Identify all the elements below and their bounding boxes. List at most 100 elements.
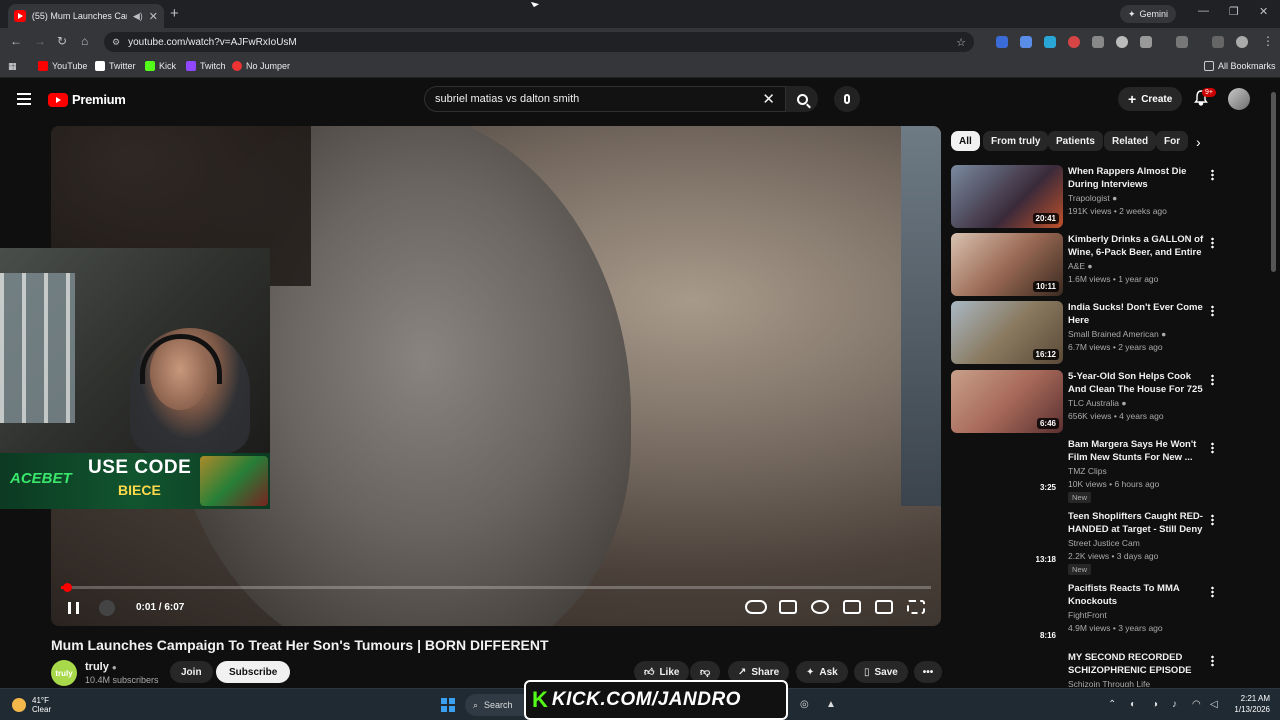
- rec-channel[interactable]: Schizoin Through Life: [1068, 679, 1150, 687]
- tray-app-icon[interactable]: ◑: [1152, 699, 1158, 710]
- volume-icon[interactable]: ◁: [1210, 699, 1218, 710]
- scrubber-handle[interactable]: [63, 583, 72, 592]
- bookmark-star-icon[interactable]: ☆: [956, 36, 966, 49]
- rec-title[interactable]: India Sucks! Don't Ever Come Here: [1068, 301, 1206, 327]
- recommendation-item[interactable]: 8:16 Pacifists Reacts To MMA Knockouts F…: [951, 582, 1251, 646]
- gemini-button[interactable]: ✦ Gemini: [1120, 5, 1177, 23]
- chip-from-truly[interactable]: From truly: [983, 131, 1049, 151]
- more-actions-button[interactable]: •••: [914, 661, 942, 683]
- channel-avatar[interactable]: truly: [51, 660, 77, 686]
- video-thumbnail[interactable]: 10:11: [951, 233, 1063, 296]
- chip-all[interactable]: All: [951, 131, 980, 151]
- rec-channel[interactable]: Street Justice Cam: [1068, 538, 1140, 548]
- rec-title[interactable]: Pacifists Reacts To MMA Knockouts: [1068, 582, 1206, 608]
- save-button[interactable]: ▯ Save: [854, 661, 908, 683]
- rec-channel[interactable]: TLC Australia ●: [1068, 398, 1127, 408]
- microphone-icon[interactable]: ♪: [1172, 699, 1177, 710]
- bookmark-twitter[interactable]: Twitter: [95, 61, 136, 71]
- forward-icon[interactable]: →: [34, 34, 46, 48]
- rec-channel[interactable]: A&E ●: [1068, 261, 1093, 271]
- recommendation-item[interactable]: 13:18 Teen Shoplifters Caught RED-HANDED…: [951, 510, 1251, 575]
- more-vertical-icon[interactable]: [1211, 374, 1214, 386]
- back-icon[interactable]: ←: [10, 34, 22, 48]
- side-panel-icon[interactable]: [1176, 36, 1188, 48]
- new-tab-icon[interactable]: +: [170, 5, 179, 22]
- browser-tab[interactable]: (55) Mum Launches Campa ◀) ✕: [8, 4, 164, 28]
- close-tab-icon[interactable]: ✕: [149, 10, 158, 23]
- apps-grid-icon[interactable]: ▦: [8, 61, 17, 72]
- rec-channel[interactable]: FightFront: [1068, 610, 1107, 620]
- chip-patients[interactable]: Patients: [1048, 131, 1103, 151]
- video-thumbnail[interactable]: 13:18: [951, 510, 1063, 573]
- search-button[interactable]: [786, 86, 818, 112]
- channel-name[interactable]: truly ●: [85, 661, 117, 673]
- join-button[interactable]: Join: [170, 661, 213, 683]
- rec-title[interactable]: Kimberly Drinks a GALLON of Wine, 6-Pack…: [1068, 233, 1206, 259]
- bookmark-twitch[interactable]: Twitch: [186, 61, 226, 71]
- extension-icon[interactable]: [1092, 36, 1104, 48]
- more-vertical-icon[interactable]: [1211, 237, 1214, 249]
- restore-icon[interactable]: ❐: [1229, 5, 1239, 18]
- chip-for[interactable]: For: [1156, 131, 1188, 151]
- autoplay-toggle[interactable]: [745, 600, 767, 614]
- extension-icon[interactable]: [1116, 36, 1128, 48]
- reload-icon[interactable]: ↻: [57, 34, 67, 48]
- profile-icon[interactable]: [1236, 36, 1248, 48]
- weather-widget[interactable]: 41°F Clear: [12, 696, 51, 714]
- search-input[interactable]: subriel matias vs dalton smith ✕: [424, 86, 786, 112]
- extensions-puzzle-icon[interactable]: [1140, 36, 1152, 48]
- video-thumbnail[interactable]: 20:41: [951, 165, 1063, 228]
- recommendation-item[interactable]: 3:25 Bam Margera Says He Won't Film New …: [951, 438, 1251, 503]
- bookmark-kick[interactable]: Kick: [145, 61, 176, 71]
- recommendation-item[interactable]: 6:46 5-Year-Old Son Helps Cook And Clean…: [951, 370, 1251, 434]
- pause-icon[interactable]: [68, 602, 79, 614]
- site-info-icon[interactable]: ⚙: [112, 37, 120, 48]
- home-icon[interactable]: ⌂: [81, 34, 88, 48]
- volume-icon[interactable]: [99, 600, 115, 616]
- menu-icon[interactable]: [17, 93, 31, 105]
- create-button[interactable]: + Create: [1118, 87, 1183, 111]
- more-vertical-icon[interactable]: [1211, 586, 1214, 598]
- more-vertical-icon[interactable]: [1211, 655, 1214, 667]
- rec-title[interactable]: When Rappers Almost Die During Interview…: [1068, 165, 1206, 191]
- chevron-right-icon[interactable]: ›: [1196, 134, 1201, 150]
- rec-title[interactable]: 5-Year-Old Son Helps Cook And Clean The …: [1068, 370, 1206, 396]
- tray-app-icon[interactable]: ◐: [1130, 699, 1136, 710]
- recommendation-item[interactable]: 16:12 India Sucks! Don't Ever Come Here …: [951, 301, 1251, 365]
- rec-channel[interactable]: Trapologist ●: [1068, 193, 1117, 203]
- app-taskbar-icon[interactable]: ▲: [826, 699, 836, 710]
- more-vertical-icon[interactable]: [1211, 169, 1214, 181]
- address-bar[interactable]: ⚙ youtube.com/watch?v=AJFwRxIoUsM ☆: [104, 32, 974, 52]
- chrome-menu-icon[interactable]: ⋮: [1262, 34, 1274, 48]
- recommendation-item[interactable]: MY SECOND RECORDED SCHIZOPHRENIC EPISODE…: [951, 651, 1251, 687]
- video-thumbnail[interactable]: 16:12: [951, 301, 1063, 364]
- progress-bar[interactable]: [61, 583, 931, 592]
- extension-icon[interactable]: [1020, 36, 1032, 48]
- subscribe-button[interactable]: Subscribe: [216, 661, 291, 683]
- scrollbar-thumb[interactable]: [1271, 92, 1276, 272]
- more-vertical-icon[interactable]: [1211, 514, 1214, 526]
- tab-search-icon[interactable]: [1212, 36, 1224, 48]
- extension-icon[interactable]: [1068, 36, 1080, 48]
- recommendation-item[interactable]: 20:41 When Rappers Almost Die During Int…: [951, 165, 1251, 229]
- voice-search-button[interactable]: [834, 86, 860, 112]
- chrome-taskbar-icon[interactable]: ◎: [800, 699, 809, 710]
- rec-channel[interactable]: Small Brained American ●: [1068, 329, 1166, 339]
- system-clock[interactable]: 2:21 AM 1/13/2026: [1226, 693, 1270, 715]
- tray-overflow-icon[interactable]: ⌃: [1108, 699, 1116, 710]
- video-thumbnail[interactable]: 8:16: [951, 582, 1063, 645]
- page-scrollbar[interactable]: [1271, 82, 1276, 682]
- account-avatar[interactable]: [1228, 88, 1250, 110]
- captions-icon[interactable]: [779, 600, 797, 614]
- rec-title[interactable]: MY SECOND RECORDED SCHIZOPHRENIC EPISODE: [1068, 651, 1206, 677]
- rec-channel[interactable]: TMZ Clips: [1068, 466, 1107, 476]
- miniplayer-icon[interactable]: [843, 600, 861, 614]
- settings-gear-icon[interactable]: [811, 600, 829, 614]
- all-bookmarks[interactable]: All Bookmarks: [1204, 61, 1276, 71]
- minimize-icon[interactable]: —: [1198, 5, 1209, 17]
- ask-button[interactable]: ✦ Ask: [796, 661, 848, 683]
- audio-icon[interactable]: ◀): [133, 11, 143, 22]
- rec-title[interactable]: Bam Margera Says He Won't Film New Stunt…: [1068, 438, 1206, 464]
- extension-icon[interactable]: [996, 36, 1008, 48]
- cast-icon[interactable]: [875, 600, 893, 614]
